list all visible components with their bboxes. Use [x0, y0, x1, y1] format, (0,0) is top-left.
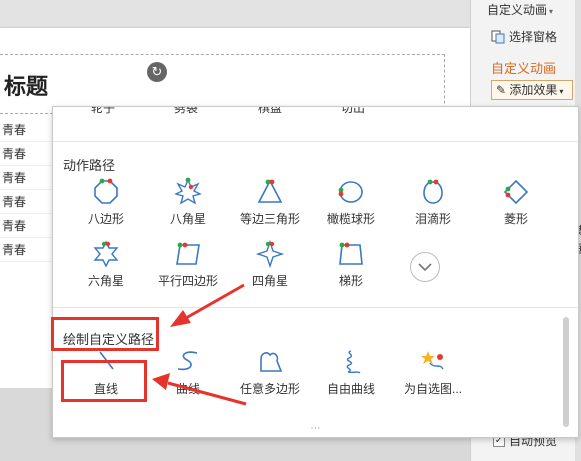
path-label: 自由曲线: [326, 382, 375, 396]
trapezoid-icon: [339, 242, 363, 265]
path-shape[interactable]: 为自选图...: [393, 347, 473, 397]
football-icon: [338, 181, 363, 203]
entrance-effects-row: 轮子 劈裂 棋盘 切出: [53, 106, 578, 116]
path-six-point-star[interactable]: 六角星: [66, 239, 146, 289]
path-label: 曲线: [175, 382, 200, 396]
path-label: 六角星: [87, 274, 124, 288]
title-placeholder[interactable]: 标题: [0, 54, 445, 114]
path-diamond[interactable]: 菱形: [476, 177, 556, 227]
eight-point-star-icon: [174, 177, 202, 205]
diamond-icon: [503, 179, 529, 205]
divider: [53, 141, 578, 142]
list-item[interactable]: 青春: [0, 118, 60, 142]
resize-grip-icon[interactable]: ⋯: [53, 424, 578, 437]
curve-icon: [177, 351, 198, 371]
path-label: 四角星: [251, 274, 288, 288]
rotate-handle-icon[interactable]: ↻: [147, 62, 167, 82]
list-item[interactable]: 青春: [0, 238, 60, 262]
annotation-box-custom-path: [51, 317, 159, 351]
add-effect-button[interactable]: ✎ 添加效果 ▾: [491, 80, 573, 100]
shape-path-icon: [421, 351, 444, 370]
pencil-icon: ✎: [496, 83, 507, 97]
path-label: 为自选图...: [403, 382, 462, 396]
effect-item[interactable]: 切出: [318, 107, 388, 116]
path-label: 橄榄球形: [326, 212, 375, 226]
list-item[interactable]: 青春: [0, 214, 60, 238]
scribble-icon: [346, 350, 361, 374]
list-item[interactable]: 青春: [0, 190, 60, 214]
freeform-icon: [260, 352, 283, 372]
path-octagon[interactable]: 八边形: [66, 177, 146, 227]
select-pane-icon: [491, 30, 505, 43]
path-label: 平行四边形: [157, 274, 218, 288]
section-motion-paths: 动作路径: [63, 158, 116, 173]
teardrop-icon: [423, 179, 443, 204]
list-item[interactable]: 青春: [0, 142, 60, 166]
effect-item[interactable]: 轮子: [68, 107, 138, 116]
path-label: 等边三角形: [239, 212, 300, 226]
list-item[interactable]: 青春: [0, 166, 60, 190]
panel-section-title: 自定义动画: [491, 61, 557, 76]
select-pane-button[interactable]: 选择窗格: [491, 28, 557, 45]
more-paths-button[interactable]: [410, 252, 440, 282]
divider: [53, 307, 578, 308]
path-label: 泪滴形: [414, 212, 451, 226]
chevron-down-icon: ▾: [559, 87, 564, 96]
slide-title: 标题: [4, 74, 49, 99]
path-football[interactable]: 橄榄球形: [311, 177, 391, 227]
path-label: 八角星: [169, 212, 206, 226]
six-point-star-icon: [93, 240, 119, 268]
select-pane-label: 选择窗格: [509, 30, 558, 44]
octagon-icon: [94, 178, 118, 204]
slide-text-list: 青春 青春 青春 青春 青春 青春: [0, 118, 60, 262]
effect-item[interactable]: 棋盘: [235, 107, 305, 116]
parallelogram-icon: [176, 242, 200, 265]
panel-header-label: 自定义动画: [487, 3, 548, 17]
path-parallelogram[interactable]: 平行四边形: [148, 239, 228, 289]
add-effect-label: 添加效果: [509, 83, 558, 97]
path-label: 菱形: [503, 212, 528, 226]
chevron-down-icon: [418, 263, 432, 272]
annotation-box-line: [61, 360, 147, 402]
path-freeform[interactable]: 任意多边形: [230, 347, 310, 397]
panel-header[interactable]: 自定义动画 ▾: [487, 1, 553, 18]
triangle-icon: [257, 179, 283, 203]
path-scribble[interactable]: 自由曲线: [311, 347, 391, 397]
path-teardrop[interactable]: 泪滴形: [393, 177, 473, 227]
scroll-up-icon[interactable]: [411, 106, 433, 107]
path-triangle[interactable]: 等边三角形: [230, 177, 310, 227]
path-label: 梯形: [338, 274, 363, 288]
path-label: 任意多边形: [239, 382, 300, 396]
effect-item[interactable]: 劈裂: [151, 107, 221, 116]
path-trapezoid[interactable]: 梯形: [311, 239, 391, 289]
path-eight-point-star[interactable]: 八角星: [148, 177, 228, 227]
path-curve[interactable]: 曲线: [148, 347, 228, 397]
path-four-point-star[interactable]: 四角星: [230, 239, 310, 289]
popup-scrollbar[interactable]: [563, 317, 569, 427]
four-point-star-icon: [255, 239, 285, 269]
path-label: 八边形: [87, 212, 124, 226]
chevron-down-icon: ▾: [549, 7, 554, 16]
